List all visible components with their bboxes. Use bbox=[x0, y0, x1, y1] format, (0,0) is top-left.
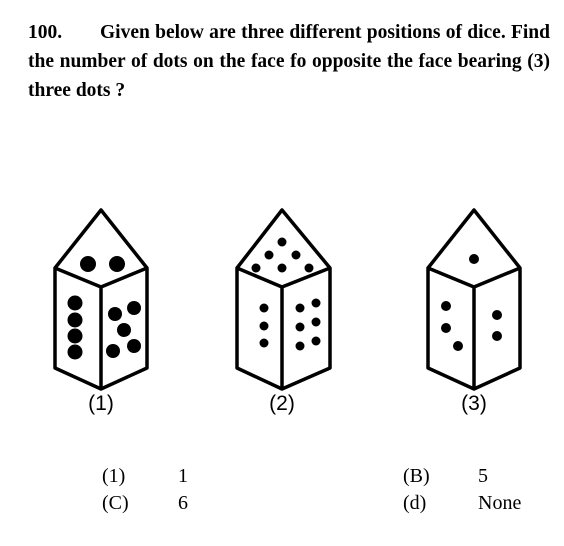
die-3-left-dot bbox=[441, 301, 451, 311]
die-2-top-dot bbox=[304, 263, 314, 273]
die-1-top-dot bbox=[109, 256, 125, 272]
die-2-label: (2) bbox=[269, 392, 295, 415]
die-2-right-dot bbox=[295, 341, 305, 351]
die-2-top-dot bbox=[251, 263, 261, 273]
die-2-left-dot bbox=[259, 303, 269, 313]
option-d-value: None bbox=[478, 492, 522, 514]
die-2-right-dot bbox=[311, 298, 321, 308]
die-2-top-dot bbox=[277, 263, 287, 273]
die-1-right-dot bbox=[106, 344, 120, 358]
die-3 bbox=[426, 208, 522, 391]
die-2-top-dot bbox=[264, 250, 274, 260]
option-c-value: 6 bbox=[178, 492, 188, 514]
die-1-label: (1) bbox=[88, 392, 114, 415]
die-1-left-dot bbox=[67, 312, 83, 328]
option-b-key: (B) bbox=[403, 465, 430, 487]
question-text: 100. Given below are three different posi… bbox=[28, 18, 550, 105]
die-2-right-dot bbox=[295, 322, 305, 332]
die-3-left-dot bbox=[453, 341, 463, 351]
die-1-right-dot bbox=[117, 323, 131, 337]
die-3-left-dot bbox=[441, 323, 451, 333]
die-2-edges bbox=[236, 266, 331, 389]
die-2-left-dot bbox=[259, 338, 269, 348]
die-3-right-dot bbox=[492, 331, 502, 341]
die-2-right-dot bbox=[311, 336, 321, 346]
option-d-key: (d) bbox=[403, 492, 427, 514]
die-1-right-dot bbox=[108, 307, 122, 321]
die-1-edges bbox=[54, 266, 148, 389]
option-a-key: (1) bbox=[102, 465, 126, 487]
die-2-right-dot bbox=[311, 317, 321, 327]
die-3-right-dot bbox=[492, 310, 502, 320]
option-a-value: 1 bbox=[178, 465, 188, 487]
die-1-left-dot bbox=[67, 295, 83, 311]
die-2-right-dot bbox=[295, 303, 305, 313]
die-1-right-dot bbox=[127, 339, 141, 353]
option-b-value: 5 bbox=[478, 465, 488, 487]
die-3-label: (3) bbox=[461, 392, 487, 415]
question-body: Given below are three different position… bbox=[28, 22, 550, 101]
die-2-top-dot bbox=[277, 237, 287, 247]
die-1-top-dot bbox=[80, 256, 96, 272]
dice-figure: (1) (2) (3) bbox=[0, 196, 564, 430]
die-3-top-dot bbox=[469, 254, 479, 264]
die-2-left-dot bbox=[259, 321, 269, 331]
die-2-top-dot bbox=[291, 250, 301, 260]
option-c-key: (C) bbox=[102, 492, 129, 514]
die-1-left-dot bbox=[67, 328, 83, 344]
die-1-left-dot bbox=[67, 344, 83, 360]
question-number: 100. bbox=[28, 22, 63, 43]
die-1-right-dot bbox=[127, 301, 141, 315]
